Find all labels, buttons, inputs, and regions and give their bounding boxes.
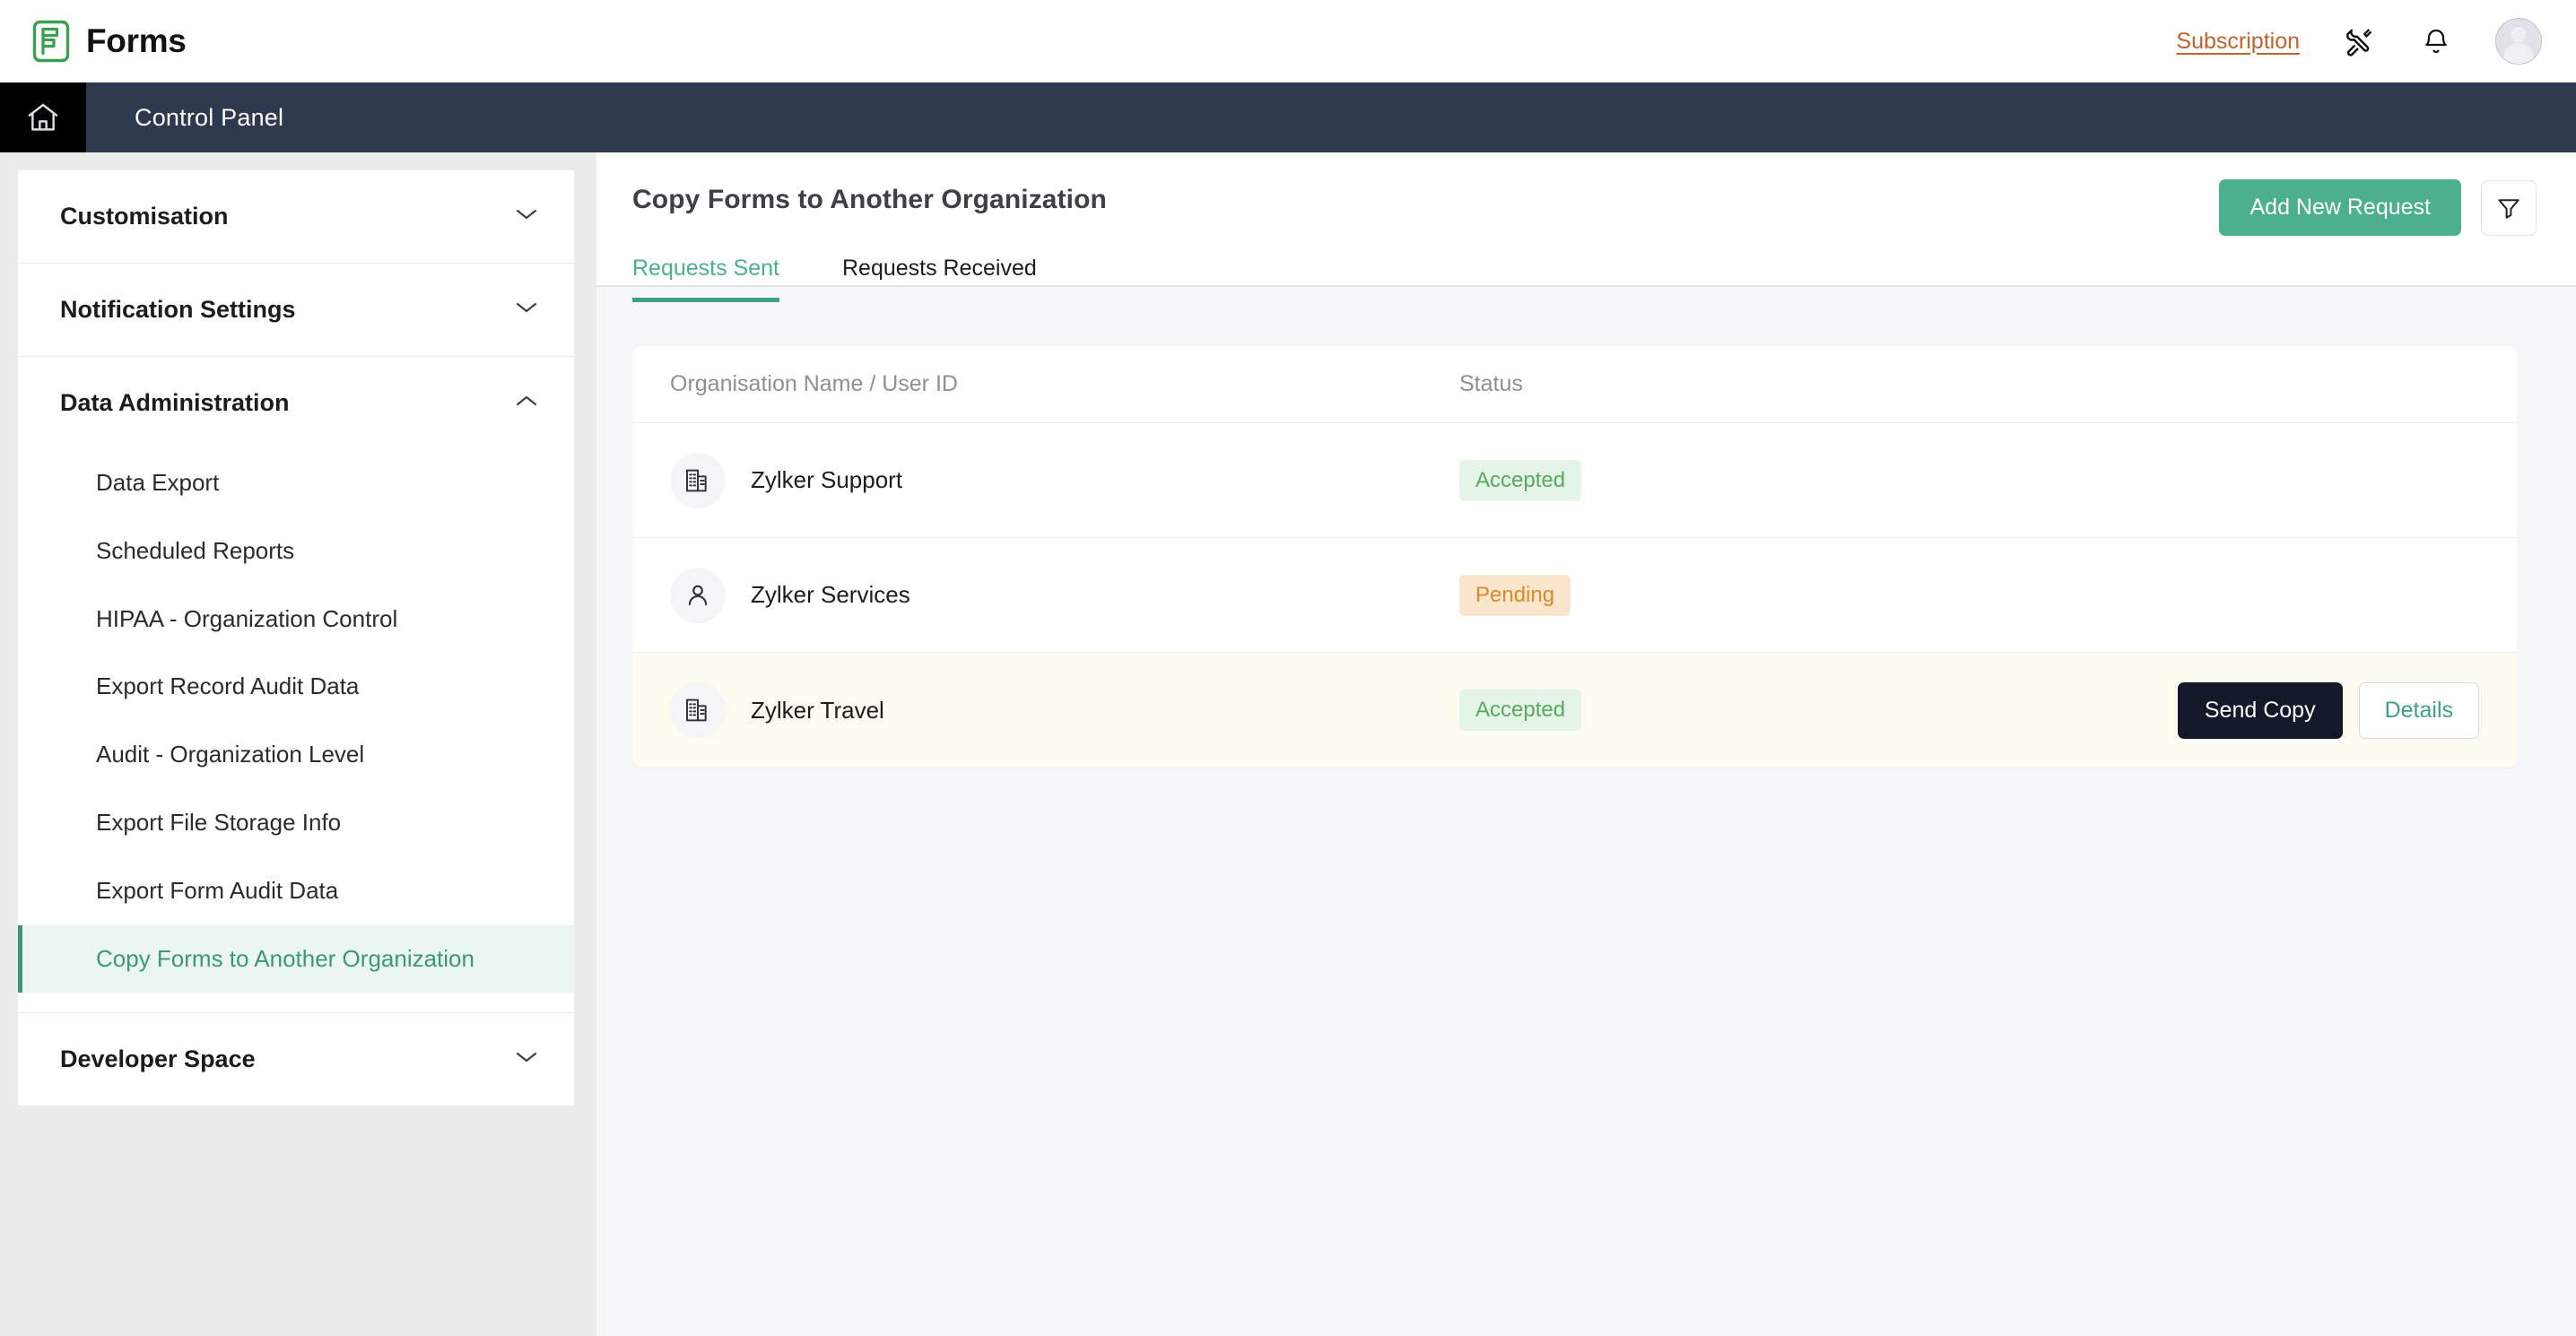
requests-table: Organisation Name / User ID Status Zylke… [632, 346, 2517, 768]
chevron-up-icon [515, 394, 538, 412]
send-copy-button[interactable]: Send Copy [2177, 681, 2343, 739]
cell-status: Pending [1459, 574, 2479, 616]
main-body: Organisation Name / User ID Status Zylke… [596, 287, 2576, 1336]
table-row[interactable]: Zylker Travel Accepted Send Copy Details [632, 653, 2517, 768]
bell-icon[interactable] [2418, 23, 2454, 59]
sidebar-item-export-form-audit-data[interactable]: Export Form Audit Data [18, 857, 574, 925]
organisation-name: Zylker Services [751, 581, 910, 608]
sidebar-group-customisation: Customisation [18, 170, 574, 264]
table-row[interactable]: Zylker Support Accepted [632, 423, 2517, 538]
table-row[interactable]: Zylker Services Pending [632, 538, 2517, 653]
sidebar-item-data-export[interactable]: Data Export [18, 449, 574, 517]
subscription-link[interactable]: Subscription [2176, 29, 2300, 55]
sidebar-group-data-administration: Data Administration Data Export Schedule… [18, 357, 574, 1014]
table-header-row: Organisation Name / User ID Status [632, 346, 2517, 423]
status-badge: Accepted [1459, 459, 1582, 501]
filter-funnel-icon[interactable] [2481, 179, 2537, 236]
row-actions: Send Copy Details [2177, 681, 2479, 739]
sidebar-group-header-notification-settings[interactable]: Notification Settings [18, 264, 574, 356]
chevron-down-icon [515, 207, 538, 226]
sidebar: Customisation Notification Settings Data… [0, 152, 596, 1336]
cell-organisation: Zylker Travel [670, 682, 1459, 738]
building-icon [670, 452, 726, 508]
control-panel-title: Control Panel [135, 103, 284, 131]
sidebar-item-audit-organization-level[interactable]: Audit - Organization Level [18, 721, 574, 789]
sidebar-item-export-file-storage-info[interactable]: Export File Storage Info [18, 789, 574, 857]
sidebar-group-header-developer-space[interactable]: Developer Space [18, 1013, 574, 1106]
tabs: Requests Sent Requests Received [632, 256, 2537, 302]
tab-requests-received[interactable]: Requests Received [842, 256, 1037, 302]
tab-requests-sent[interactable]: Requests Sent [632, 256, 779, 302]
brand[interactable]: Forms [32, 20, 187, 63]
person-icon [670, 567, 726, 623]
home-icon[interactable] [0, 82, 86, 152]
page-title: Copy Forms to Another Organization [632, 185, 1107, 214]
chevron-down-icon [515, 300, 538, 319]
forms-logo-icon [32, 20, 70, 63]
control-panel-bar: Control Panel [0, 82, 2576, 152]
sidebar-group-label: Notification Settings [60, 296, 296, 323]
sidebar-item-hipaa-organization-control[interactable]: HIPAA - Organization Control [18, 586, 574, 654]
header-actions: Add New Request [2219, 179, 2537, 236]
cell-status: Accepted [1459, 459, 2479, 501]
sidebar-group-notification-settings: Notification Settings [18, 264, 574, 357]
sidebar-card: Customisation Notification Settings Data… [18, 170, 574, 1106]
avatar[interactable] [2495, 18, 2542, 65]
body: Customisation Notification Settings Data… [0, 152, 2576, 1336]
top-bar-actions: Subscription [2176, 18, 2542, 65]
sidebar-group-label: Data Administration [60, 389, 290, 416]
sidebar-subitems: Data Export Scheduled Reports HIPAA - Or… [18, 449, 574, 1012]
sidebar-item-export-record-audit-data[interactable]: Export Record Audit Data [18, 653, 574, 721]
column-header-status: Status [1459, 371, 1523, 396]
app-name: Forms [86, 22, 187, 59]
sidebar-group-header-customisation[interactable]: Customisation [18, 170, 574, 263]
cell-status: Accepted [1459, 690, 2178, 731]
details-button[interactable]: Details [2358, 681, 2479, 739]
sidebar-group-label: Customisation [60, 203, 229, 230]
building-icon [670, 682, 726, 738]
top-bar: Forms Subscription [0, 0, 2576, 82]
sidebar-item-scheduled-reports[interactable]: Scheduled Reports [18, 517, 574, 586]
cell-organisation: Zylker Services [670, 567, 1459, 623]
organisation-name: Zylker Support [751, 466, 903, 493]
organisation-name: Zylker Travel [751, 696, 884, 724]
main-header: Copy Forms to Another Organization Add N… [596, 152, 2576, 302]
sidebar-group-header-data-administration[interactable]: Data Administration [18, 357, 574, 449]
main-content: Copy Forms to Another Organization Add N… [596, 152, 2576, 1336]
chevron-down-icon [515, 1050, 538, 1069]
sidebar-item-copy-forms-to-another-organization[interactable]: Copy Forms to Another Organization [18, 924, 574, 993]
add-new-request-button[interactable]: Add New Request [2219, 179, 2461, 236]
tools-icon[interactable] [2341, 23, 2377, 59]
sidebar-group-developer-space: Developer Space [18, 1013, 574, 1106]
column-header-organisation: Organisation Name / User ID [670, 371, 958, 396]
status-badge: Pending [1459, 574, 1571, 616]
status-badge: Accepted [1459, 690, 1582, 731]
sidebar-group-label: Developer Space [60, 1045, 256, 1073]
cell-organisation: Zylker Support [670, 452, 1459, 508]
